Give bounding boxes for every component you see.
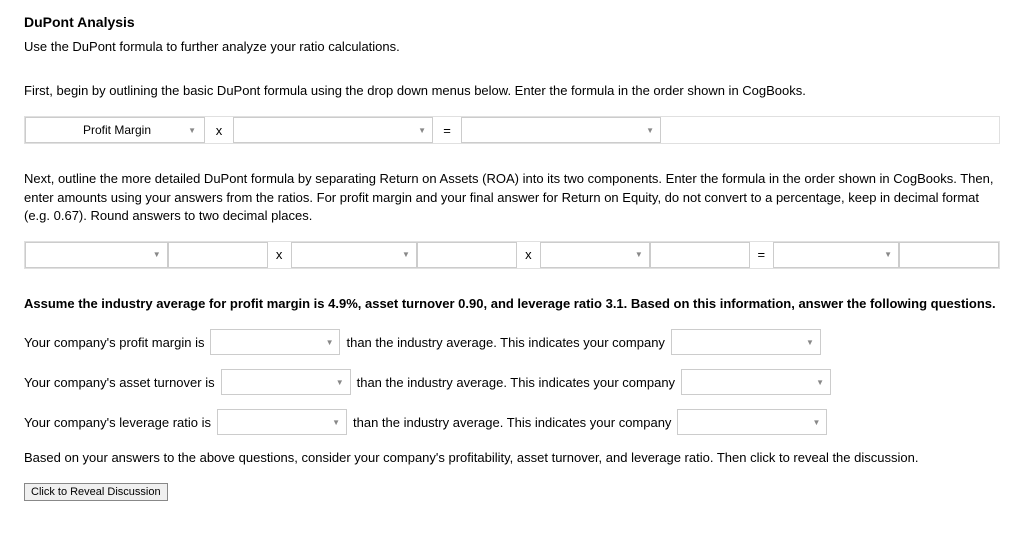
- q3-compare-dropdown[interactable]: ▼: [217, 409, 347, 435]
- q3-pretext: Your company's leverage ratio is: [24, 415, 211, 430]
- multiply-operator: x: [268, 242, 291, 268]
- formula2-num1-input[interactable]: [168, 242, 268, 268]
- formula1-slot2-dropdown[interactable]: ▼: [233, 117, 433, 143]
- detailed-formula-row: ▼ x ▼ x ▼ = ▼: [24, 241, 1000, 269]
- q2-compare-dropdown[interactable]: ▼: [221, 369, 351, 395]
- basic-formula-row: Profit Margin ▼ x ▼ = ▼: [24, 116, 1000, 144]
- chevron-down-icon: ▼: [402, 250, 410, 259]
- question-profit-margin: Your company's profit margin is ▼ than t…: [24, 329, 1000, 355]
- formula2-slot2-dropdown[interactable]: ▼: [291, 242, 417, 268]
- step2-instructions: Next, outline the more detailed DuPont f…: [24, 170, 1000, 225]
- chevron-down-icon: ▼: [816, 378, 824, 387]
- chevron-down-icon: ▼: [646, 126, 654, 135]
- closing-text: Based on your answers to the above quest…: [24, 449, 1000, 467]
- chevron-down-icon: ▼: [336, 378, 344, 387]
- chevron-down-icon: ▼: [884, 250, 892, 259]
- step1-instructions: First, begin by outlining the basic DuPo…: [24, 82, 1000, 100]
- formula2-num2-input[interactable]: [417, 242, 517, 268]
- formula2-slot3-dropdown[interactable]: ▼: [540, 242, 650, 268]
- equals-operator: =: [750, 242, 773, 268]
- page-title: DuPont Analysis: [24, 14, 1000, 30]
- formula2-num4-input[interactable]: [899, 242, 999, 268]
- multiply-operator: x: [205, 117, 233, 143]
- chevron-down-icon: ▼: [635, 250, 643, 259]
- formula2-num3-input[interactable]: [650, 242, 750, 268]
- q2-midtext: than the industry average. This indicate…: [357, 375, 675, 390]
- q3-indicates-dropdown[interactable]: ▼: [677, 409, 827, 435]
- q2-indicates-dropdown[interactable]: ▼: [681, 369, 831, 395]
- q1-midtext: than the industry average. This indicate…: [346, 335, 664, 350]
- formula2-slot1-dropdown[interactable]: ▼: [25, 242, 168, 268]
- q1-pretext: Your company's profit margin is: [24, 335, 204, 350]
- intro-text: Use the DuPont formula to further analyz…: [24, 38, 1000, 56]
- q1-indicates-dropdown[interactable]: ▼: [671, 329, 821, 355]
- chevron-down-icon: ▼: [326, 338, 334, 347]
- reveal-discussion-button[interactable]: Click to Reveal Discussion: [24, 483, 168, 501]
- q3-midtext: than the industry average. This indicate…: [353, 415, 671, 430]
- chevron-down-icon: ▼: [153, 250, 161, 259]
- formula1-slot1-dropdown[interactable]: Profit Margin ▼: [25, 117, 205, 143]
- equals-operator: =: [433, 117, 461, 143]
- formula2-slot4-dropdown[interactable]: ▼: [773, 242, 899, 268]
- question-leverage-ratio: Your company's leverage ratio is ▼ than …: [24, 409, 1000, 435]
- q2-pretext: Your company's asset turnover is: [24, 375, 215, 390]
- formula1-slot1-value: Profit Margin: [83, 123, 151, 137]
- chevron-down-icon: ▼: [418, 126, 426, 135]
- q1-compare-dropdown[interactable]: ▼: [210, 329, 340, 355]
- chevron-down-icon: ▼: [813, 418, 821, 427]
- chevron-down-icon: ▼: [806, 338, 814, 347]
- assume-text: Assume the industry average for profit m…: [24, 295, 1000, 313]
- question-asset-turnover: Your company's asset turnover is ▼ than …: [24, 369, 1000, 395]
- chevron-down-icon: ▼: [332, 418, 340, 427]
- chevron-down-icon: ▼: [188, 126, 196, 135]
- formula1-slot3-dropdown[interactable]: ▼: [461, 117, 661, 143]
- multiply-operator: x: [517, 242, 540, 268]
